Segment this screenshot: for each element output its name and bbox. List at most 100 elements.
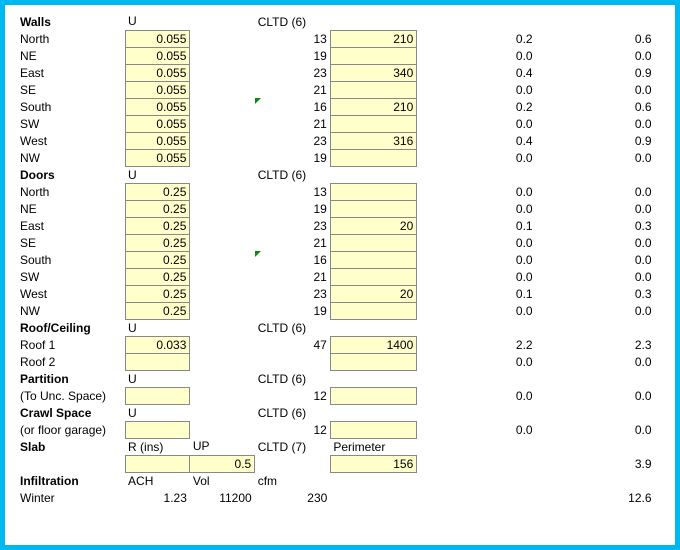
roof-calc2: 2.3 (536, 336, 655, 353)
doors-calc2: 0.0 (536, 200, 655, 217)
doors-area-input[interactable]: 20 (330, 217, 416, 234)
section-roof-u-header: U (125, 319, 190, 336)
walls-calc2: 0.6 (536, 30, 655, 47)
section-roof-title: Roof/Ceiling (17, 319, 125, 336)
walls-area-input[interactable]: 340 (330, 64, 416, 81)
section-walls-cltd-header: CLTD (6) (255, 13, 331, 30)
walls-row-label: NE (17, 47, 125, 64)
walls-u-input[interactable]: 0.055 (125, 47, 190, 64)
doors-cltd-value: 19 (255, 302, 331, 319)
walls-area-input[interactable]: 210 (330, 98, 416, 115)
walls-row-label: South (17, 98, 125, 115)
load-calc-table: WallsUCLTD (6)North0.055132100.20.6NE0.0… (17, 13, 655, 506)
partition-area-input[interactable] (330, 387, 416, 404)
doors-area-input[interactable] (330, 251, 416, 268)
roof-cltd-value: 47 (255, 336, 331, 353)
section-partition-cltd-header: CLTD (6) (255, 370, 331, 387)
doors-calc1: 0.0 (417, 302, 536, 319)
doors-u-input[interactable]: 0.25 (125, 183, 190, 200)
doors-u-input[interactable]: 0.25 (125, 268, 190, 285)
walls-area-input[interactable] (330, 149, 416, 166)
walls-calc1: 0.4 (417, 64, 536, 81)
crawl-u-input[interactable] (125, 421, 190, 438)
walls-cltd-value: 16 (255, 98, 331, 115)
roof-u-input[interactable]: 0.033 (125, 336, 190, 353)
doors-calc1: 0.0 (417, 251, 536, 268)
doors-area-input[interactable] (330, 200, 416, 217)
doors-area-input[interactable] (330, 183, 416, 200)
walls-row-label: North (17, 30, 125, 47)
doors-area-input[interactable] (330, 302, 416, 319)
doors-cltd-value: 21 (255, 234, 331, 251)
crawl-area-input[interactable] (330, 421, 416, 438)
walls-u-input[interactable]: 0.055 (125, 132, 190, 149)
doors-cltd-value: 23 (255, 285, 331, 302)
walls-calc2: 0.6 (536, 98, 655, 115)
slab-r-input[interactable] (125, 455, 190, 472)
walls-area-input[interactable] (330, 81, 416, 98)
walls-area-input[interactable]: 210 (330, 30, 416, 47)
walls-calc1: 0.4 (417, 132, 536, 149)
slab-perim-input[interactable]: 156 (330, 455, 416, 472)
doors-cltd-value: 19 (255, 200, 331, 217)
doors-calc1: 0.0 (417, 200, 536, 217)
walls-area-input[interactable] (330, 115, 416, 132)
partition-cltd-value: 12 (255, 387, 331, 404)
doors-calc1: 0.0 (417, 183, 536, 200)
doors-u-input[interactable]: 0.25 (125, 200, 190, 217)
doors-u-input[interactable]: 0.25 (125, 302, 190, 319)
slab-cltd-value (255, 455, 331, 472)
doors-calc2: 0.3 (536, 285, 655, 302)
slab-up-input[interactable]: 0.5 (190, 455, 255, 472)
crawl-calc2: 0.0 (536, 421, 655, 438)
walls-calc1: 0.2 (417, 30, 536, 47)
section-partition-title: Partition (17, 370, 125, 387)
crawl-calc1: 0.0 (417, 421, 536, 438)
roof-area-input[interactable]: 1400 (330, 336, 416, 353)
doors-area-input[interactable] (330, 268, 416, 285)
doors-area-input[interactable]: 20 (330, 285, 416, 302)
walls-u-input[interactable]: 0.055 (125, 64, 190, 81)
doors-u-input[interactable]: 0.25 (125, 285, 190, 302)
walls-u-input[interactable]: 0.055 (125, 98, 190, 115)
walls-cltd-value: 21 (255, 81, 331, 98)
section-walls-title: Walls (17, 13, 125, 30)
section-crawl-u-header: U (125, 404, 190, 421)
doors-area-input[interactable] (330, 234, 416, 251)
walls-u-input[interactable]: 0.055 (125, 81, 190, 98)
walls-u-input[interactable]: 0.055 (125, 149, 190, 166)
walls-u-input[interactable]: 0.055 (125, 115, 190, 132)
walls-calc2: 0.0 (536, 81, 655, 98)
doors-u-input[interactable]: 0.25 (125, 217, 190, 234)
walls-cltd-value: 19 (255, 149, 331, 166)
walls-row-label: SW (17, 115, 125, 132)
doors-row-label: South (17, 251, 125, 268)
doors-calc1: 0.0 (417, 268, 536, 285)
doors-calc2: 0.3 (536, 217, 655, 234)
infil-cfm-value: 230 (255, 489, 331, 506)
section-infil-cfm-header: cfm (255, 472, 331, 489)
walls-cltd-value: 19 (255, 47, 331, 64)
doors-row-label: North (17, 183, 125, 200)
section-slab-up-header: UP (190, 438, 255, 455)
infil-calc1 (417, 489, 536, 506)
infil-calc2: 12.6 (536, 489, 655, 506)
doors-u-input[interactable]: 0.25 (125, 234, 190, 251)
walls-area-input[interactable]: 316 (330, 132, 416, 149)
partition-u-input[interactable] (125, 387, 190, 404)
doors-calc2: 0.0 (536, 183, 655, 200)
doors-calc1: 0.1 (417, 217, 536, 234)
walls-area-input[interactable] (330, 47, 416, 64)
roof-u-input[interactable] (125, 353, 190, 370)
partition-sub-label: (To Unc. Space) (17, 387, 125, 404)
section-slab-r-header: R (ins) (125, 438, 190, 455)
walls-calc1: 0.0 (417, 47, 536, 64)
walls-u-input[interactable]: 0.055 (125, 30, 190, 47)
doors-row-label: East (17, 217, 125, 234)
section-partition-u-header: U (125, 370, 190, 387)
walls-calc1: 0.0 (417, 149, 536, 166)
doors-u-input[interactable]: 0.25 (125, 251, 190, 268)
walls-cltd-value: 23 (255, 64, 331, 81)
roof-area-input[interactable] (330, 353, 416, 370)
worksheet-frame: WallsUCLTD (6)North0.055132100.20.6NE0.0… (0, 0, 680, 550)
